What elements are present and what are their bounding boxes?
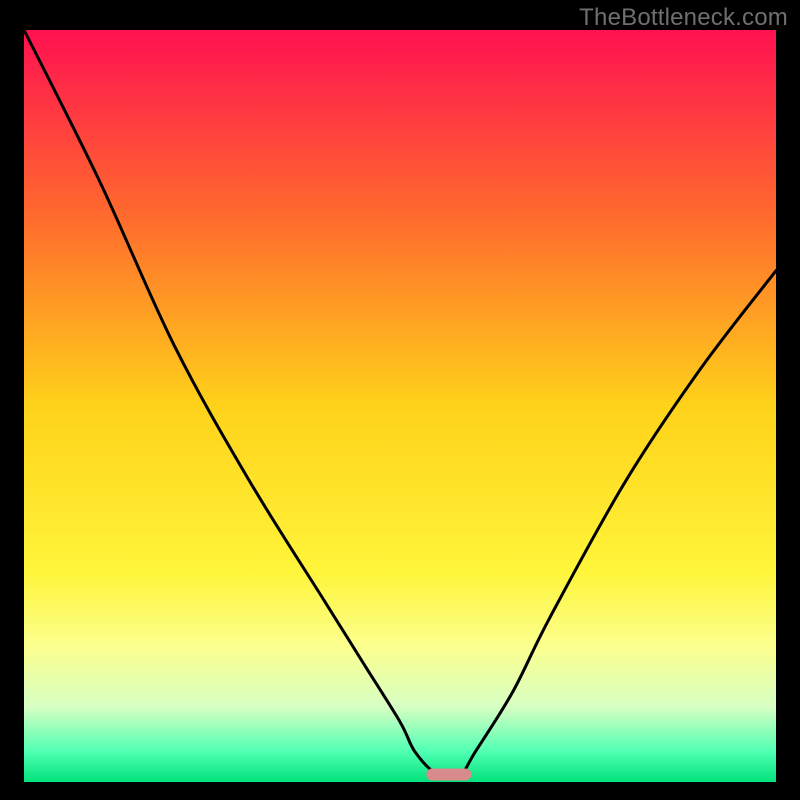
gradient-background [24, 30, 776, 782]
watermark-text: TheBottleneck.com [579, 4, 788, 32]
plot-area [24, 30, 776, 782]
chart-svg [24, 30, 776, 782]
optimum-marker [426, 768, 471, 780]
chart-frame: TheBottleneck.com [0, 0, 800, 800]
